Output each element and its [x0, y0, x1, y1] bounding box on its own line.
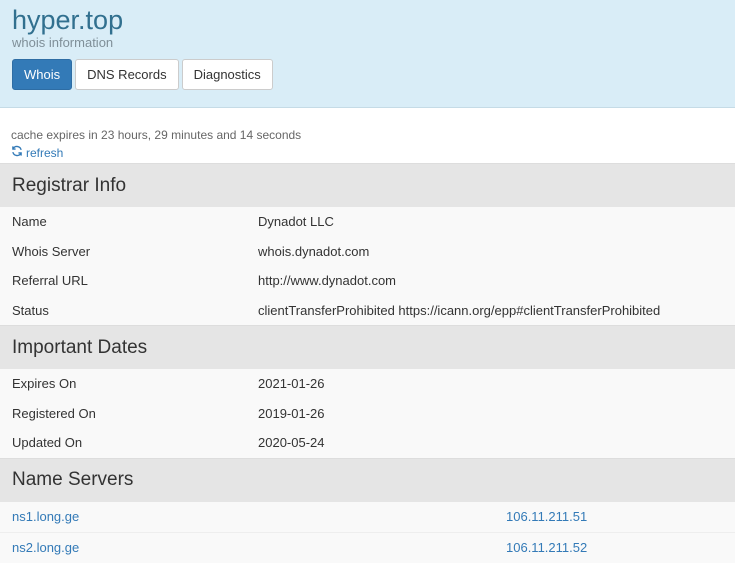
row-value: whois.dynadot.com: [258, 243, 370, 259]
cache-info: cache expires in 23 hours, 29 minutes an…: [0, 108, 735, 163]
page-title: hyper.top: [12, 5, 124, 35]
table-row: Referral URL http://www.dynadot.com: [0, 266, 735, 296]
nameserver-host-link[interactable]: ns1.long.ge: [12, 509, 506, 524]
tab-whois[interactable]: Whois: [12, 59, 73, 90]
page-subtitle: whois information: [12, 35, 114, 50]
registrar-info-heading: Registrar Info: [0, 163, 735, 207]
table-row: ns1.long.ge 106.11.211.51: [0, 502, 735, 532]
table-row: Updated On 2020-05-24: [0, 428, 735, 458]
row-key: Status: [12, 302, 49, 318]
cache-expiry-text: cache expires in 23 hours, 29 minutes an…: [11, 128, 302, 142]
row-value: 2021-01-26: [258, 376, 325, 392]
table-row: Whois Server whois.dynadot.com: [0, 236, 735, 266]
tab-bar: Whois DNS Records Diagnostics: [12, 59, 723, 90]
nameserver-ip-link[interactable]: 106.11.211.52: [506, 540, 587, 555]
row-value: Dynadot LLC: [258, 214, 334, 230]
tab-diagnostics[interactable]: Diagnostics: [181, 59, 273, 90]
nameserver-ip-link[interactable]: 106.11.211.51: [506, 509, 587, 524]
tab-dns-records[interactable]: DNS Records: [75, 59, 179, 90]
important-dates-table: Expires On 2021-01-26 Registered On 2019…: [0, 369, 735, 458]
table-row: Expires On 2021-01-26: [0, 369, 735, 399]
refresh-link[interactable]: refresh: [11, 145, 63, 161]
table-row: Registered On 2019-01-26: [0, 398, 735, 428]
table-row: ns2.long.ge 106.11.211.52: [0, 531, 735, 563]
row-key: Registered On: [12, 405, 96, 421]
row-key: Name: [12, 214, 47, 230]
row-value: 2019-01-26: [258, 405, 325, 421]
row-key: Whois Server: [12, 243, 91, 259]
row-key: Referral URL: [12, 273, 88, 289]
row-key: Updated On: [12, 435, 83, 451]
name-servers-heading: Name Servers: [0, 457, 735, 502]
page-header: hyper.top whois information Whois DNS Re…: [0, 0, 735, 108]
table-row: Name Dynadot LLC: [0, 207, 735, 237]
row-value: http://www.dynadot.com: [258, 273, 397, 289]
table-row: Status clientTransferProhibited https://…: [0, 295, 735, 325]
refresh-icon: [11, 145, 23, 161]
important-dates-heading: Important Dates: [0, 325, 735, 369]
registrar-info-table: Name Dynadot LLC Whois Server whois.dyna…: [0, 207, 735, 325]
row-value: 2020-05-24: [258, 435, 325, 451]
row-key: Expires On: [12, 376, 77, 392]
refresh-label: refresh: [26, 145, 64, 160]
nameserver-host-link[interactable]: ns2.long.ge: [12, 540, 506, 555]
name-servers-table: ns1.long.ge 106.11.211.51 ns2.long.ge 10…: [0, 501, 735, 563]
row-value: clientTransferProhibited https://icann.o…: [258, 302, 661, 318]
